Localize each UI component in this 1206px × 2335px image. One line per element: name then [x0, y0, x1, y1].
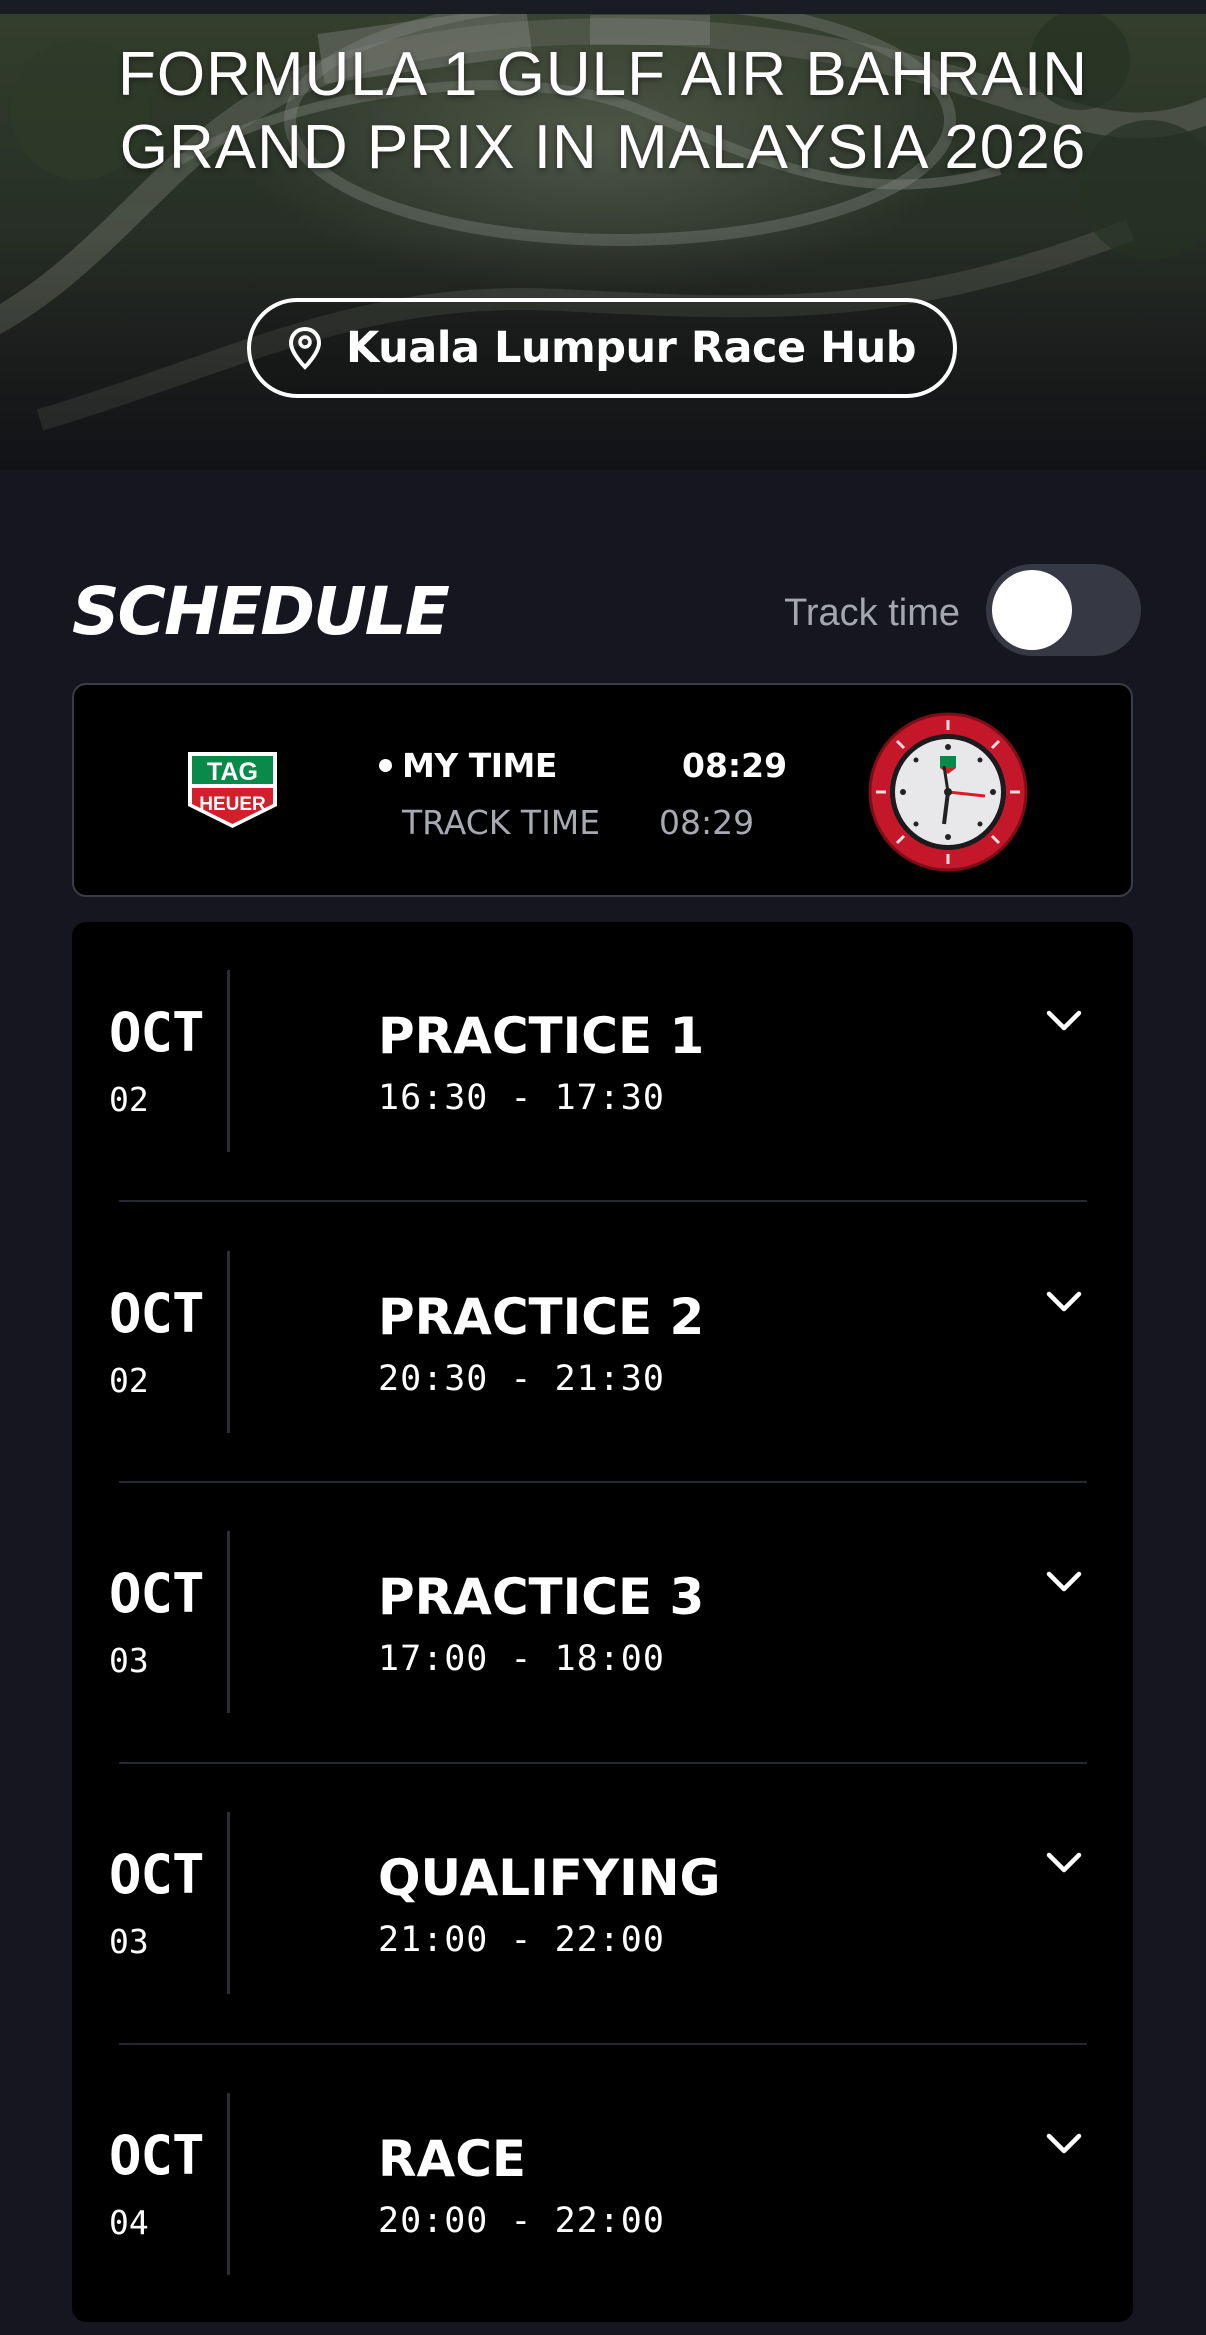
logo-tag-text: TAG	[207, 758, 258, 786]
session-row[interactable]: OCT 02 PRACTICE 1 16:30 - 17:30	[72, 922, 1133, 1203]
my-time-value: 08:29	[682, 745, 788, 785]
location-button[interactable]: Kuala Lumpur Race Hub	[247, 298, 957, 398]
session-day: 02	[109, 1361, 149, 1400]
schedule-heading: SCHEDULE	[72, 573, 450, 650]
chevron-down-icon[interactable]	[1045, 1850, 1083, 1876]
session-time: 21:00 - 22:00	[378, 1920, 665, 1960]
date-divider	[227, 1812, 230, 1994]
session-list: OCT 02 PRACTICE 1 16:30 - 17:30 OCT 02 P…	[72, 922, 1133, 2322]
session-time: 16:30 - 17:30	[378, 1078, 665, 1118]
session-month: OCT	[109, 2124, 205, 2187]
hero-banner: FORMULA 1 GULF AIR BAHRAIN GRAND PRIX IN…	[0, 0, 1206, 470]
session-month: OCT	[109, 1843, 205, 1906]
session-row[interactable]: OCT 04 RACE 20:00 - 22:00	[72, 2045, 1133, 2326]
status-strip	[0, 0, 1206, 14]
toggle-knob	[992, 570, 1072, 650]
session-name: PRACTICE 2	[378, 1288, 705, 1346]
chevron-down-icon[interactable]	[1045, 1289, 1083, 1315]
my-time-row: MY TIME 08:29	[379, 745, 819, 785]
session-name: QUALIFYING	[378, 1849, 721, 1907]
row-divider	[119, 1200, 1087, 1202]
date-divider	[227, 1251, 230, 1433]
track-time-label: TRACK TIME	[402, 802, 601, 842]
map-pin-icon	[289, 326, 322, 370]
session-day: 03	[109, 1641, 149, 1680]
date-divider	[227, 1531, 230, 1713]
track-time-toggle-label: Track time	[784, 592, 960, 634]
session-day: 04	[109, 2203, 149, 2242]
track-time-row: TRACK TIME 08:29	[379, 802, 819, 842]
track-time-toggle[interactable]	[986, 564, 1141, 656]
session-name: PRACTICE 1	[378, 1007, 705, 1065]
chevron-down-icon[interactable]	[1045, 1569, 1083, 1595]
track-time-value: 08:29	[659, 802, 755, 842]
time-card: TAG HEUER MY TIME 08:29 TRACK TIME 08:29	[72, 683, 1133, 897]
date-divider	[227, 970, 230, 1152]
session-time: 17:00 - 18:00	[378, 1639, 665, 1679]
my-time-label: MY TIME	[402, 745, 557, 785]
tag-heuer-logo: TAG HEUER	[188, 752, 277, 828]
location-label: Kuala Lumpur Race Hub	[346, 323, 916, 373]
watch-icon	[868, 712, 1028, 872]
session-time: 20:30 - 21:30	[378, 1359, 665, 1399]
session-name: RACE	[378, 2130, 527, 2188]
chevron-down-icon[interactable]	[1045, 1008, 1083, 1034]
session-month: OCT	[109, 1001, 205, 1064]
chevron-down-icon[interactable]	[1045, 2131, 1083, 2157]
race-title: FORMULA 1 GULF AIR BAHRAIN GRAND PRIX IN…	[118, 40, 1088, 182]
session-name: PRACTICE 3	[378, 1568, 705, 1626]
session-month: OCT	[109, 1562, 205, 1625]
logo-heuer-text: HEUER	[199, 794, 266, 815]
session-row[interactable]: OCT 02 PRACTICE 2 20:30 - 21:30	[72, 1203, 1133, 1484]
active-dot	[379, 758, 392, 772]
session-day: 02	[109, 1080, 149, 1119]
session-row[interactable]: OCT 03 QUALIFYING 21:00 - 22:00	[72, 1764, 1133, 2045]
date-divider	[227, 2093, 230, 2275]
session-month: OCT	[109, 1282, 205, 1345]
session-day: 03	[109, 1922, 149, 1961]
session-time: 20:00 - 22:00	[378, 2201, 665, 2241]
session-row[interactable]: OCT 03 PRACTICE 3 17:00 - 18:00	[72, 1483, 1133, 1764]
